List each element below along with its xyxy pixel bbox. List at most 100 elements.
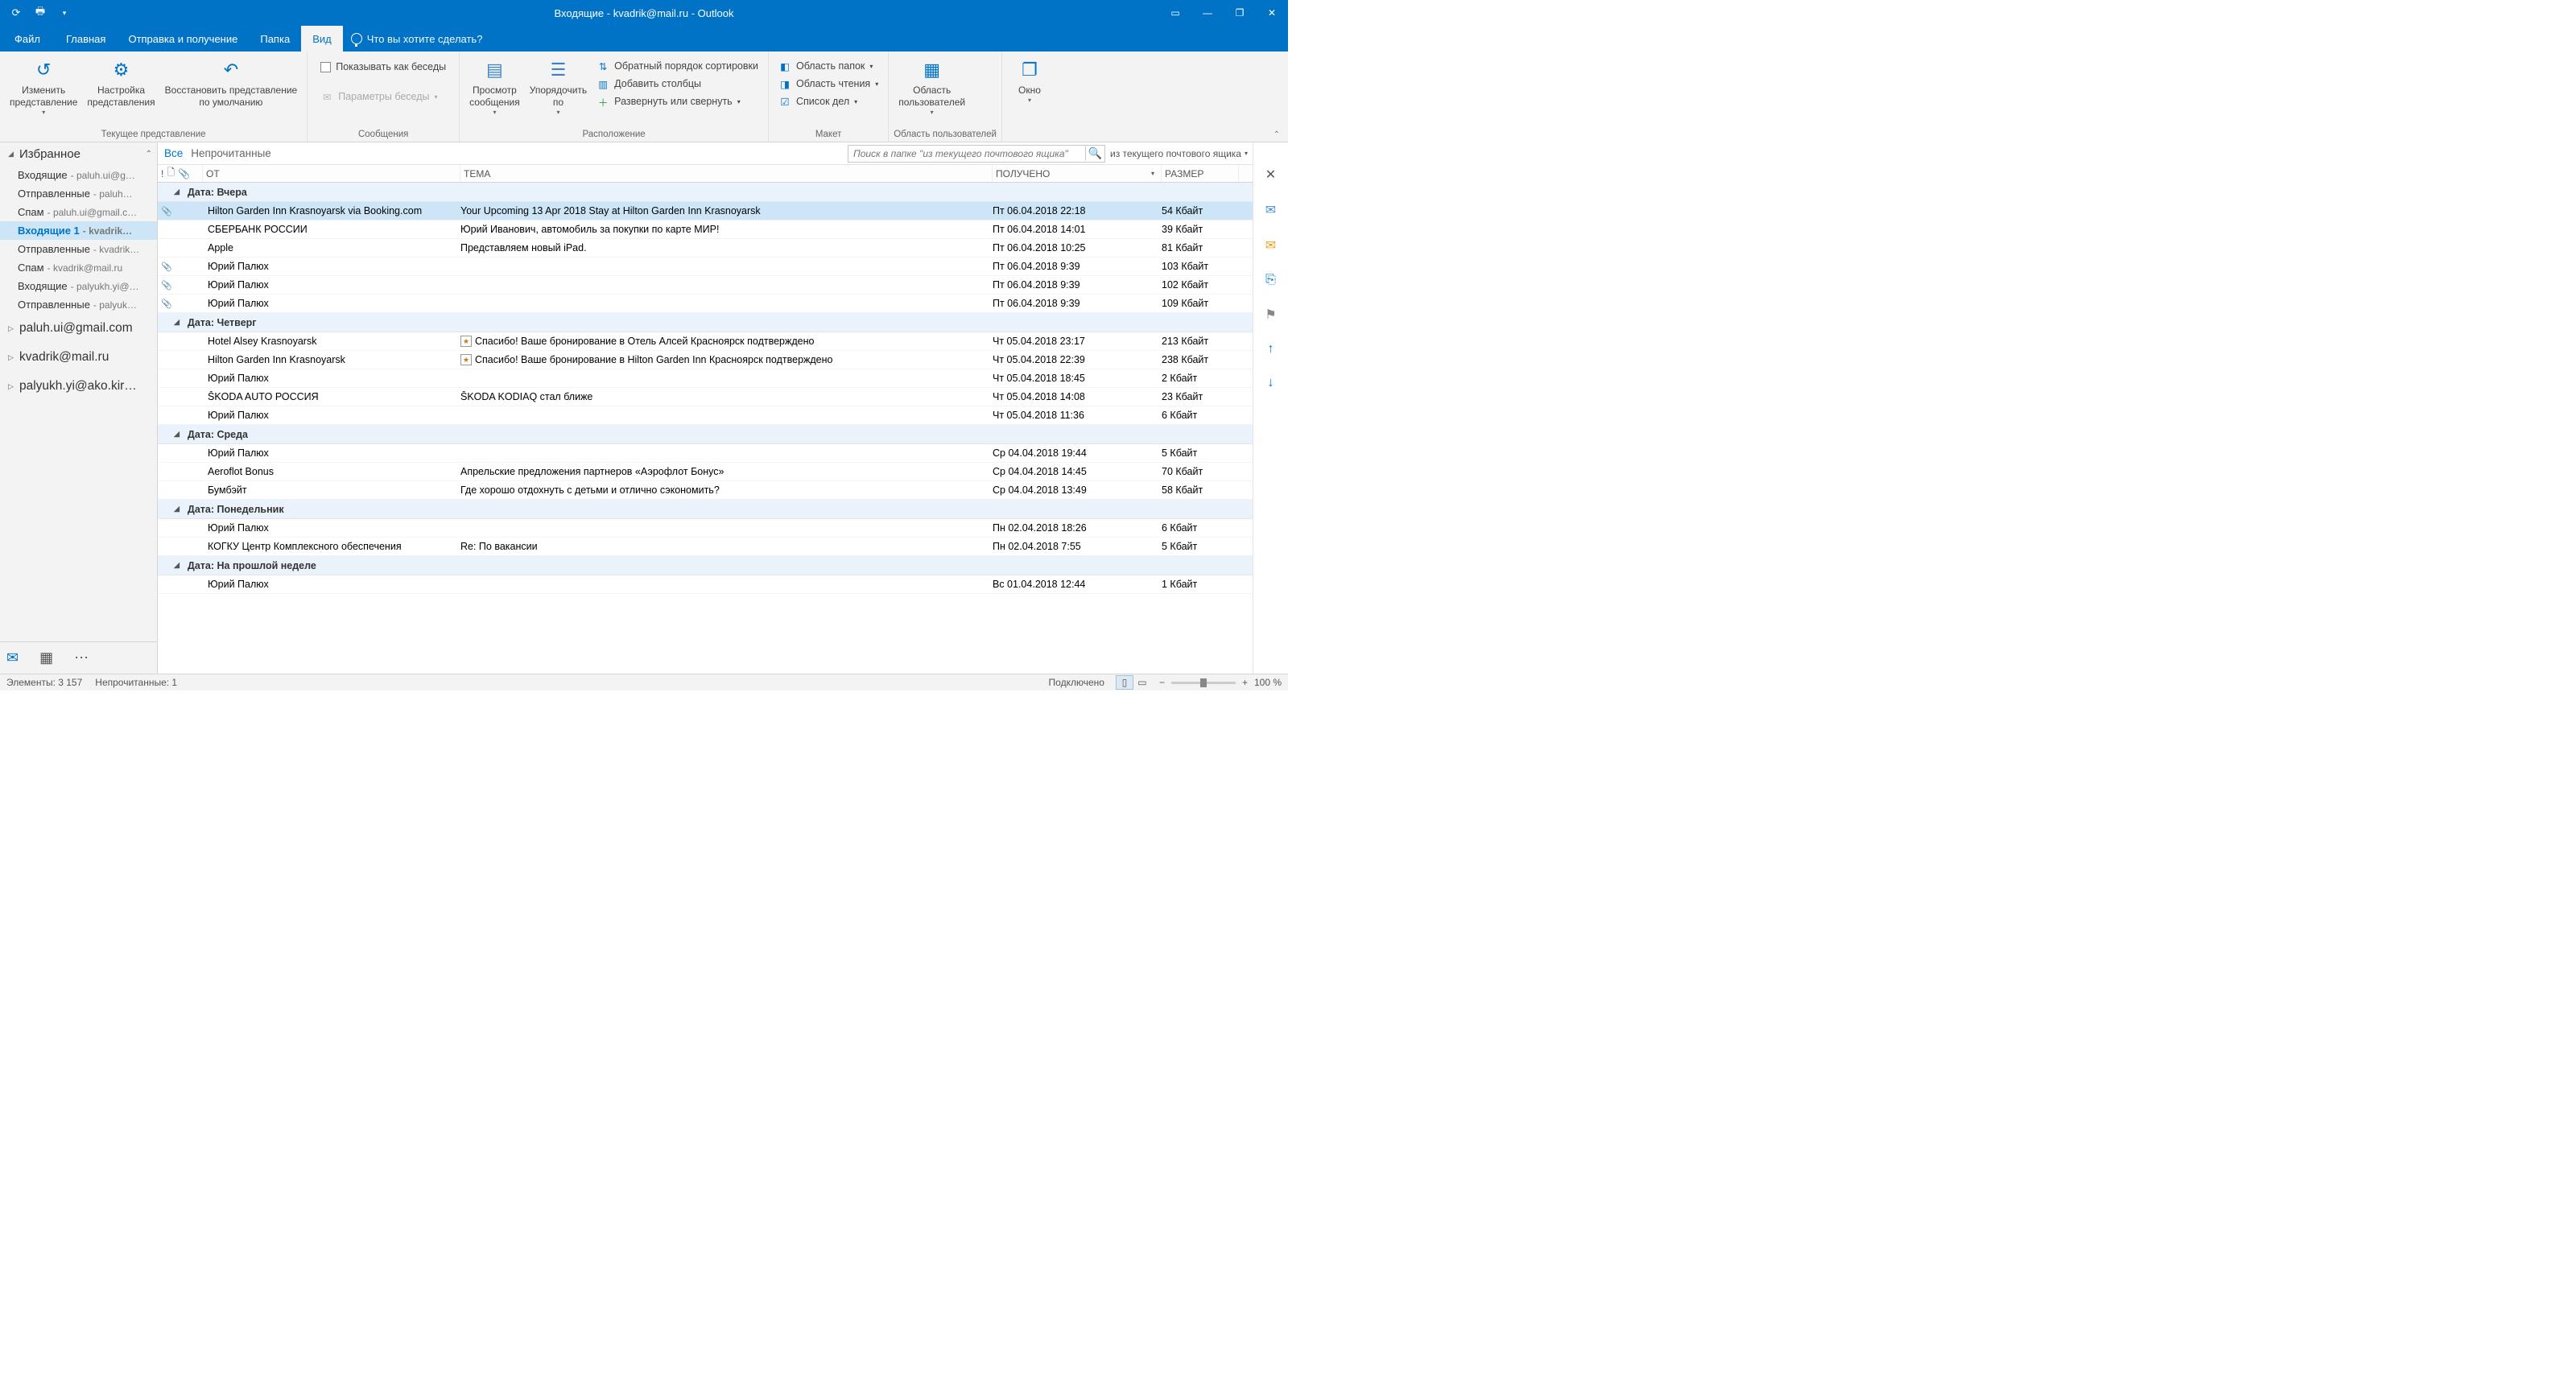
todo-icon: ☑	[778, 95, 791, 108]
sidebar-folder[interactable]: Спам - kvadrik@mail.ru	[0, 258, 157, 277]
column-received[interactable]: ПОЛУЧЕНО ▾	[993, 165, 1162, 182]
view-reading-icon[interactable]: ▭	[1133, 675, 1151, 690]
qat-print-icon[interactable]: 🖶	[32, 5, 48, 21]
reset-view-button[interactable]: ↶ Восстановить представление по умолчани…	[160, 54, 303, 109]
message-row[interactable]: Aeroflot Bonus Апрельские предложения па…	[158, 463, 1253, 481]
arrange-by-button[interactable]: ☰ Упорядочить по ▾	[525, 54, 592, 116]
chevron-up-icon[interactable]: ⌃	[146, 150, 152, 159]
search-input[interactable]	[848, 148, 1085, 159]
message-date: Ср 04.04.2018 13:49	[993, 484, 1162, 496]
envelope-flag-icon[interactable]: ✉	[1265, 237, 1276, 254]
tab-sendreceive[interactable]: Отправка и получение	[117, 26, 249, 52]
group-header[interactable]: ◢Дата: Четверг	[158, 313, 1253, 332]
message-row[interactable]: 📎 Юрий Палюх Пт 06.04.2018 9:39 109 Кбай…	[158, 295, 1253, 313]
flag-icon[interactable]: ⚑	[1265, 307, 1276, 323]
down-arrow-icon[interactable]: ↓	[1268, 376, 1274, 390]
favorites-header[interactable]: ◢Избранное ⌃	[0, 142, 157, 166]
mark-read-icon[interactable]: ✉	[1265, 202, 1276, 218]
attachment-icon: 📎	[161, 299, 172, 309]
view-normal-icon[interactable]: ▯	[1116, 675, 1133, 690]
reading-pane-button[interactable]: ◨ Область чтения▾	[774, 75, 883, 93]
tab-view[interactable]: Вид	[301, 26, 343, 52]
message-row[interactable]: Юрий Палюх Ср 04.04.2018 19:44 5 Кбайт	[158, 444, 1253, 463]
zoom-out-icon[interactable]: −	[1159, 677, 1165, 688]
tab-file[interactable]: Файл	[0, 26, 55, 52]
zoom-slider[interactable]	[1171, 682, 1236, 684]
group-header[interactable]: ◢Дата: Среда	[158, 425, 1253, 444]
message-row[interactable]: Юрий Палюх Вс 01.04.2018 12:44 1 Кбайт	[158, 575, 1253, 594]
move-icon[interactable]: ⎘	[1265, 273, 1276, 287]
message-row[interactable]: Юрий Палюх Пн 02.04.2018 18:26 6 Кбайт	[158, 519, 1253, 538]
message-row[interactable]: КОГКУ Центр Комплексного обеспечения Re:…	[158, 538, 1253, 556]
column-subject[interactable]: ТЕМА	[460, 165, 993, 182]
sidebar-folder[interactable]: Спам - paluh.ui@gmail.c…	[0, 203, 157, 221]
sidebar-folder[interactable]: Отправленные - paluh…	[0, 184, 157, 203]
message-row[interactable]: Юрий Палюх Чт 05.04.2018 11:36 6 Кбайт	[158, 406, 1253, 425]
message-row[interactable]: СБЕРБАНК РОССИИ Юрий Иванович, автомобил…	[158, 221, 1253, 239]
sidebar-account[interactable]: ▷kvadrik@mail.ru	[0, 343, 157, 372]
search-box[interactable]: 🔍	[848, 145, 1105, 163]
message-list: ◢Дата: Вчера 📎 Hilton Garden Inn Krasnoy…	[158, 183, 1253, 674]
window-button[interactable]: ❐ Окно ▾	[1007, 54, 1052, 104]
todo-bar-button[interactable]: ☑ Список дел▾	[774, 93, 862, 110]
sidebar-folder[interactable]: Отправленные - palyuk…	[0, 295, 157, 314]
message-row[interactable]: 📎 Юрий Палюх Пт 06.04.2018 9:39 102 Кбай…	[158, 276, 1253, 295]
tell-me[interactable]: Что вы хотите сделать?	[343, 26, 491, 52]
message-row[interactable]: Юрий Палюх Чт 05.04.2018 18:45 2 Кбайт	[158, 369, 1253, 388]
show-as-conversations-checkbox[interactable]: Показывать как беседы	[316, 59, 451, 75]
column-from[interactable]: ОТ	[203, 165, 460, 182]
delete-icon[interactable]: ✕	[1265, 167, 1276, 183]
icon-columns[interactable]: ! 🗋 📎	[158, 165, 203, 182]
sidebar-folder[interactable]: Отправленные - kvadrik…	[0, 240, 157, 258]
message-row[interactable]: Hotel Alsey Krasnoyarsk ★Спасибо! Ваше б…	[158, 332, 1253, 351]
group-header[interactable]: ◢Дата: Вчера	[158, 183, 1253, 202]
group-header[interactable]: ◢Дата: Понедельник	[158, 500, 1253, 519]
add-columns-button[interactable]: ▥ Добавить столбцы	[592, 75, 763, 93]
message-from: Юрий Палюх	[203, 447, 460, 459]
tab-home[interactable]: Главная	[55, 26, 117, 52]
calendar-nav-icon[interactable]: ▦	[39, 649, 53, 666]
qat-sendreceive-icon[interactable]: ⟳	[8, 5, 24, 21]
search-icon[interactable]: 🔍	[1085, 146, 1104, 160]
ribbon-tabs: Файл Главная Отправка и получение Папка …	[0, 26, 1288, 52]
column-size[interactable]: РАЗМЕР	[1162, 165, 1239, 182]
expand-collapse-button[interactable]: ＋ Развернуть или свернуть ▾	[592, 93, 763, 110]
message-row[interactable]: ŠKODA AUTO РОССИЯ ŠKODA KODIAQ стал ближ…	[158, 388, 1253, 406]
message-subject: Представляем новый iPad.	[460, 242, 993, 254]
minimize-button[interactable]: —	[1191, 0, 1224, 26]
zoom-in-icon[interactable]: +	[1242, 677, 1248, 688]
close-button[interactable]: ✕	[1256, 0, 1288, 26]
status-items: Элементы: 3 157	[6, 677, 82, 688]
sidebar-folder[interactable]: Входящие - paluh.ui@g…	[0, 166, 157, 184]
message-row[interactable]: Hilton Garden Inn Krasnoyarsk ★Спасибо! …	[158, 351, 1253, 369]
sidebar-account[interactable]: ▷palyukh.yi@ako.kir…	[0, 372, 157, 401]
collapse-ribbon-icon[interactable]: ⌃	[1274, 130, 1280, 139]
message-row[interactable]: 📎 Юрий Палюх Пт 06.04.2018 9:39 103 Кбай…	[158, 258, 1253, 276]
people-pane-button[interactable]: ▦ Область пользователей ▾	[894, 54, 970, 116]
folder-pane-button[interactable]: ◧ Область папок▾	[774, 57, 877, 75]
sidebar-folder[interactable]: Входящие 1 - kvadrik…	[0, 221, 157, 240]
mail-nav-icon[interactable]: ✉	[6, 649, 19, 666]
message-size: 5 Кбайт	[1162, 541, 1239, 552]
ribbon-display-options-icon[interactable]: ▭	[1159, 0, 1191, 26]
more-nav-icon[interactable]: ⋯	[74, 649, 89, 666]
reverse-sort-button[interactable]: ⇅ Обратный порядок сортировки	[592, 57, 763, 75]
maximize-button[interactable]: ❐	[1224, 0, 1256, 26]
view-settings-button[interactable]: ⚙ Настройка представления	[82, 54, 159, 109]
message-row[interactable]: Apple Представляем новый iPad. Пт 06.04.…	[158, 239, 1253, 258]
sidebar-account[interactable]: ▷paluh.ui@gmail.com	[0, 314, 157, 343]
message-row[interactable]: Бумбэйт Где хорошо отдохнуть с детьми и …	[158, 481, 1253, 500]
sidebar-folder[interactable]: Входящие - palyukh.yi@…	[0, 277, 157, 295]
message-preview-button[interactable]: ▤ Просмотр сообщения ▾	[464, 54, 525, 116]
qat-dropdown-icon[interactable]: ▾	[56, 5, 72, 21]
filter-all[interactable]: Все	[164, 147, 183, 159]
message-row[interactable]: 📎 Hilton Garden Inn Krasnoyarsk via Book…	[158, 202, 1253, 221]
change-view-button[interactable]: ↺ Изменить представление ▾	[5, 54, 82, 116]
up-arrow-icon[interactable]: ↑	[1268, 342, 1274, 357]
group-header[interactable]: ◢Дата: На прошлой неделе	[158, 556, 1253, 575]
filter-unread[interactable]: Непрочитанные	[191, 147, 271, 159]
collapse-icon: ◢	[174, 505, 180, 513]
tab-folder[interactable]: Папка	[249, 26, 301, 52]
search-scope[interactable]: из текущего почтового ящика▾	[1110, 148, 1248, 159]
attachment-icon: 📎	[178, 168, 190, 179]
